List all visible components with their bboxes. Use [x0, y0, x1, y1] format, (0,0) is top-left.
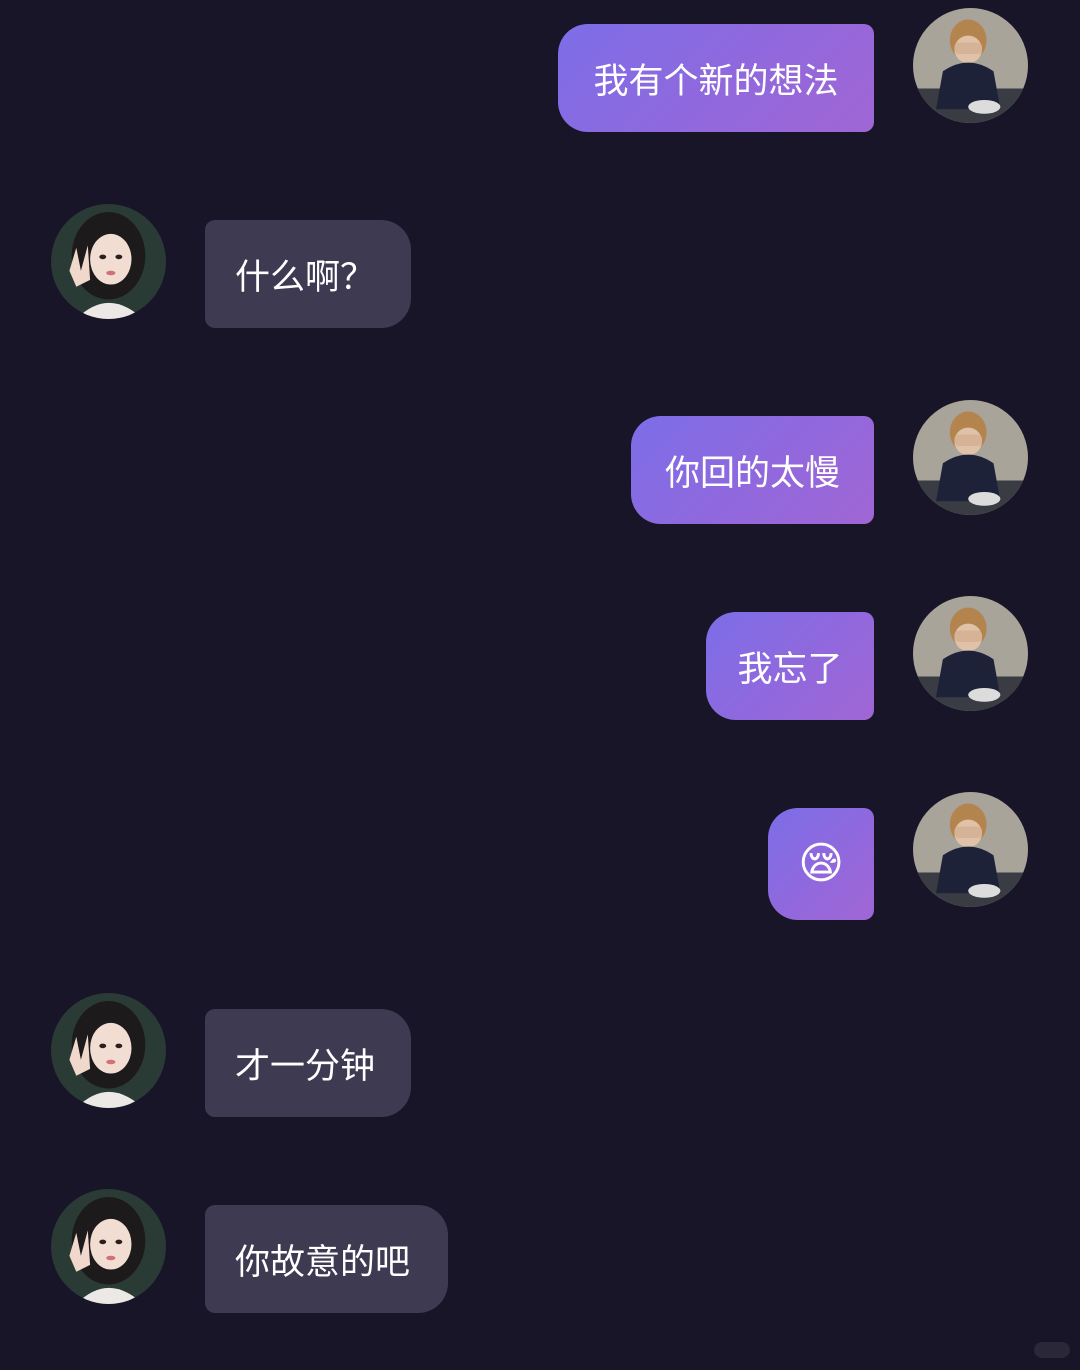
watermark-logo: [1034, 1342, 1070, 1358]
message-bubble-outgoing[interactable]: 你回的太慢: [631, 416, 874, 524]
avatar-other[interactable]: [51, 204, 166, 319]
message-bubble-incoming[interactable]: 你故意的吧: [205, 1205, 448, 1313]
avatar-other[interactable]: [51, 1189, 166, 1304]
avatar-me[interactable]: [913, 596, 1028, 711]
message-bubble-outgoing[interactable]: 我忘了: [706, 612, 874, 720]
avatar-me-image: [913, 400, 1028, 515]
message-bubble-incoming[interactable]: 才一分钟: [205, 1009, 411, 1117]
message-text: 什么啊？: [235, 257, 376, 298]
avatar-other[interactable]: [51, 993, 166, 1108]
avatar-me[interactable]: [913, 400, 1028, 515]
message-text: 才一分钟: [235, 1046, 376, 1087]
message-text: 你回的太慢: [664, 453, 840, 494]
avatar-me-image: [913, 792, 1028, 907]
message-bubble-outgoing[interactable]: 我有个新的想法: [558, 24, 874, 132]
avatar-other-image: [51, 204, 166, 319]
message-text: 我忘了: [737, 649, 843, 690]
avatar-me-image: [913, 8, 1028, 123]
avatar-other-image: [51, 993, 166, 1108]
message-text: 你故意的吧: [235, 1242, 411, 1283]
chat-view: 我有个新的想法 什么啊？ 你回的太慢 我忘了 😪 才一分钟 你故意的吧: [0, 0, 1080, 1370]
avatar-other-image: [51, 1189, 166, 1304]
message-text: 我有个新的想法: [593, 61, 839, 102]
avatar-me-image: [913, 596, 1028, 711]
avatar-me[interactable]: [913, 792, 1028, 907]
message-bubble-incoming[interactable]: 什么啊？: [205, 220, 411, 328]
sleepy-face-icon: 😪: [798, 838, 844, 889]
avatar-me[interactable]: [913, 8, 1028, 123]
message-bubble-outgoing-emoji[interactable]: 😪: [768, 808, 874, 920]
